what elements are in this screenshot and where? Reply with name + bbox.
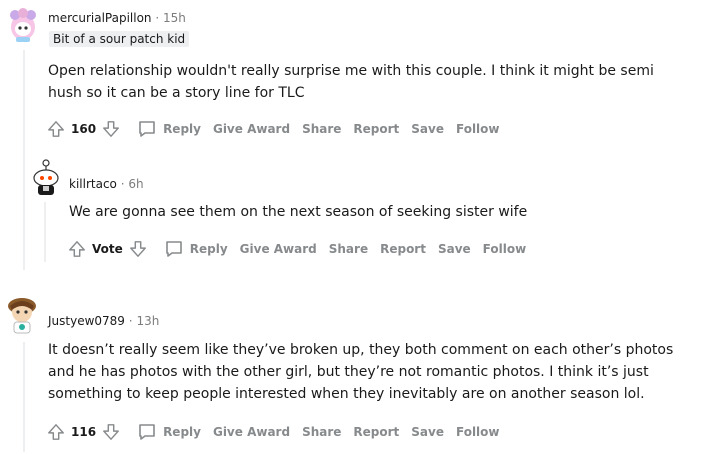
share-label: Share xyxy=(302,122,342,136)
save-button[interactable]: Save xyxy=(405,420,450,444)
upvote-button[interactable] xyxy=(65,237,89,261)
avatar[interactable] xyxy=(30,158,62,196)
report-button[interactable]: Report xyxy=(374,237,432,261)
downvote-button[interactable] xyxy=(99,420,123,444)
share-label: Share xyxy=(302,425,342,439)
avatar[interactable] xyxy=(5,294,39,334)
comment-meta: Justyew0789 · 13h xyxy=(48,314,159,328)
reply-button[interactable]: Reply xyxy=(131,117,207,141)
reply-label: Reply xyxy=(189,242,228,256)
author-name[interactable]: mercurialPapillon xyxy=(48,11,152,25)
report-label: Report xyxy=(353,122,400,136)
report-label: Report xyxy=(380,242,426,256)
share-label: Share xyxy=(328,242,369,256)
follow-label: Follow xyxy=(455,425,500,439)
follow-button[interactable]: Follow xyxy=(477,237,533,261)
thread-line[interactable] xyxy=(44,202,46,262)
downvote-button[interactable] xyxy=(99,117,123,141)
save-label: Save xyxy=(411,425,444,439)
timestamp[interactable]: 6h xyxy=(128,177,143,191)
give-award-label: Give Award xyxy=(239,242,317,256)
comment-line: something to keep people interested when… xyxy=(48,386,645,402)
save-button[interactable]: Save xyxy=(405,117,450,141)
give-award-button[interactable]: Give Award xyxy=(207,117,296,141)
upvote-button[interactable] xyxy=(44,117,68,141)
separator: · xyxy=(128,314,133,328)
give-award-button[interactable]: Give Award xyxy=(234,237,323,261)
timestamp[interactable]: 13h xyxy=(136,314,159,328)
comment-meta: mercurialPapillon · 15h xyxy=(48,11,186,25)
report-button[interactable]: Report xyxy=(347,420,405,444)
vote-score: 116 xyxy=(71,425,97,439)
thread-line[interactable] xyxy=(23,50,25,270)
separator: · xyxy=(120,177,125,191)
comment-meta: killrtaco · 6h xyxy=(69,177,144,191)
comment-icon xyxy=(139,121,155,137)
comment-body: Open relationship wouldn't really surpri… xyxy=(48,60,654,104)
downvote-icon xyxy=(103,424,119,440)
share-button[interactable]: Share xyxy=(296,420,347,444)
upvote-icon xyxy=(48,121,64,137)
comment-icon xyxy=(165,241,182,257)
downvote-icon xyxy=(129,241,146,257)
save-label: Save xyxy=(411,122,444,136)
save-label: Save xyxy=(437,242,471,256)
vote-score: 160 xyxy=(71,122,97,136)
avatar[interactable] xyxy=(6,7,40,43)
reply-label: Reply xyxy=(163,425,201,439)
follow-button[interactable]: Follow xyxy=(450,420,506,444)
comment-actions: Vote Reply Give Award Share Report Save … xyxy=(65,237,532,261)
report-button[interactable]: Report xyxy=(347,117,405,141)
upvote-button[interactable] xyxy=(44,420,68,444)
share-button[interactable]: Share xyxy=(296,117,347,141)
follow-label: Follow xyxy=(482,242,527,256)
reply-button[interactable]: Reply xyxy=(158,237,234,261)
give-award-label: Give Award xyxy=(212,425,291,439)
author-name[interactable]: Justyew0789 xyxy=(48,314,125,328)
upvote-icon xyxy=(48,424,64,440)
save-button[interactable]: Save xyxy=(432,237,477,261)
follow-button[interactable]: Follow xyxy=(450,117,506,141)
reply-label: Reply xyxy=(163,122,201,136)
comment-line: hush so it can be a story line for TLC xyxy=(48,85,305,101)
comment-line: and he has photos with the other girl, b… xyxy=(48,364,649,380)
separator: · xyxy=(155,11,160,25)
follow-label: Follow xyxy=(455,122,500,136)
comment-line: It doesn’t really seem like they’ve brok… xyxy=(48,342,674,358)
comment-line: We are gonna see them on the next season… xyxy=(69,204,528,220)
timestamp[interactable]: 15h xyxy=(163,11,186,25)
vote-score: Vote xyxy=(92,242,123,256)
downvote-button[interactable] xyxy=(126,237,150,261)
author-name[interactable]: killrtaco xyxy=(69,177,117,191)
comment-actions: 116 Reply Give Award Share Report Save F… xyxy=(44,420,506,444)
comment-body: It doesn’t really seem like they’ve brok… xyxy=(48,339,673,405)
thread-line[interactable] xyxy=(23,342,25,452)
comment-icon xyxy=(139,424,155,440)
comment-line: Open relationship wouldn't really surpri… xyxy=(48,63,654,79)
give-award-button[interactable]: Give Award xyxy=(207,420,296,444)
give-award-label: Give Award xyxy=(212,122,291,136)
comment-body: We are gonna see them on the next season… xyxy=(69,201,527,223)
reply-button[interactable]: Reply xyxy=(131,420,207,444)
downvote-icon xyxy=(103,121,119,137)
comment-actions: 160 Reply Give Award Share Report Save F… xyxy=(44,117,506,141)
user-flair: Bit of a sour patch kid xyxy=(49,31,190,47)
upvote-icon xyxy=(69,241,85,257)
share-button[interactable]: Share xyxy=(323,237,374,261)
report-label: Report xyxy=(353,425,400,439)
